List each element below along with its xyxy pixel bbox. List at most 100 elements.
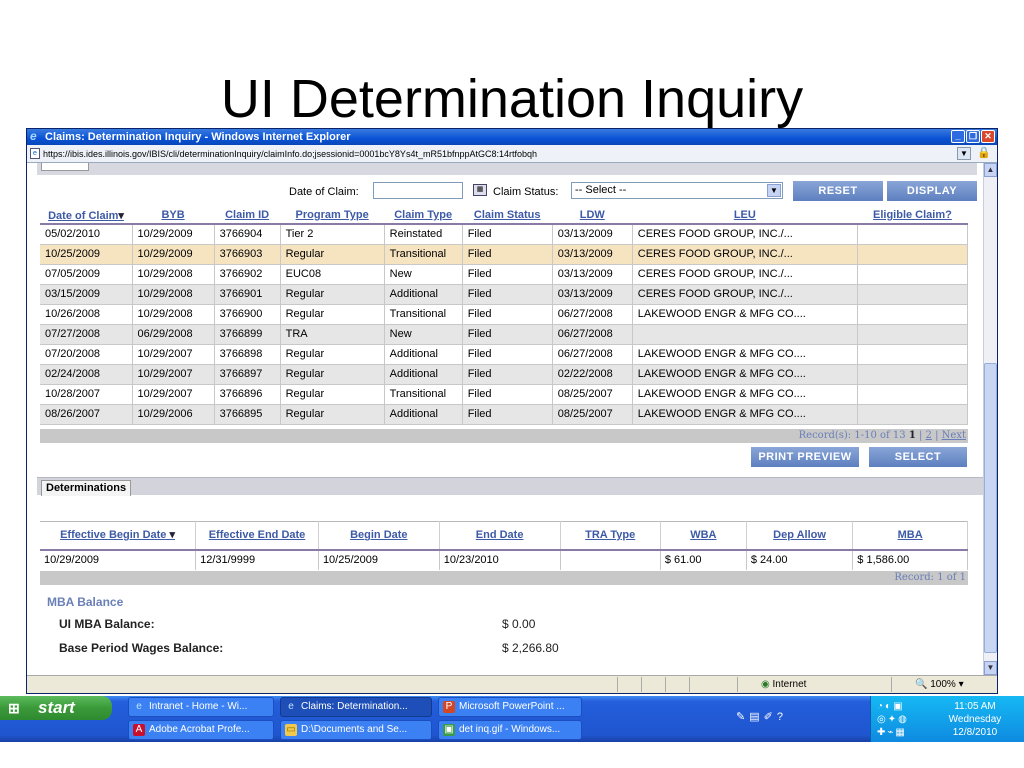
table-cell: 06/27/2008 <box>552 324 633 345</box>
next-page-link[interactable]: Next <box>942 430 966 441</box>
determinations-header-cell[interactable]: End Date <box>439 521 561 551</box>
determinations-header-cell[interactable]: Effective End Date <box>195 521 319 551</box>
address-url[interactable]: https://ibis.ides.illinois.gov/IBIS/cli/… <box>43 149 537 159</box>
address-bar[interactable]: e https://ibis.ides.illinois.gov/IBIS/cl… <box>27 145 997 163</box>
tab-determinations[interactable]: Determinations <box>41 480 132 496</box>
claims-header-cell[interactable]: LDW <box>552 207 633 225</box>
card-icon[interactable]: ▤ <box>749 711 763 723</box>
table-row[interactable]: 10/26/2008 10/29/2008 3766900 Regular Transi… <box>40 304 969 325</box>
address-dropdown-icon[interactable]: ▼ <box>957 147 971 160</box>
table-row[interactable]: 03/15/2009 10/29/2008 3766901 Regular Additi… <box>40 284 969 305</box>
table-cell: 12/31/9999 <box>195 549 319 570</box>
table-cell: CERES FOOD GROUP, INC./... <box>632 264 858 285</box>
task-label: D:\Documents and Se... <box>301 724 408 735</box>
table-cell <box>560 549 661 570</box>
window-titlebar[interactable]: e Claims: Determination Inquiry - Window… <box>27 129 997 145</box>
reset-button[interactable]: RESET <box>793 181 883 201</box>
calendar-icon[interactable]: ▦ <box>473 184 487 196</box>
table-cell <box>857 284 969 305</box>
claims-header-cell[interactable]: Claim Status <box>462 207 553 225</box>
date-of-claim-input[interactable] <box>373 182 463 199</box>
pencil-icon[interactable]: ✐ <box>764 711 777 723</box>
task-label: Claims: Determination... <box>301 701 408 712</box>
claims-header-cell[interactable]: Date of Claim▾ <box>40 207 133 225</box>
table-row[interactable]: 07/05/2009 10/29/2008 3766902 EUC08 New Filed… <box>40 264 969 285</box>
help-icon[interactable]: ? <box>777 711 787 723</box>
table-cell: TRA <box>280 324 385 345</box>
determinations-header-cell[interactable]: TRA Type <box>560 521 661 551</box>
table-row[interactable]: 02/24/2008 10/29/2007 3766897 Regular Additi… <box>40 364 969 385</box>
vertical-scrollbar[interactable]: ▲ ▼ <box>983 163 997 675</box>
table-cell: New <box>384 264 463 285</box>
table-cell: 3766895 <box>214 404 281 425</box>
date-of-claim-label: Date of Claim: <box>289 186 359 198</box>
clock-day: Wednesday <box>948 714 1002 725</box>
select-button[interactable]: SELECT <box>869 447 967 467</box>
page-2-link[interactable]: 2 <box>926 430 932 441</box>
table-row[interactable]: 10/25/2009 10/29/2009 3766903 Regular Transi… <box>40 244 969 265</box>
tray-icons[interactable]: ◔◐▣ ◎✦◍ ✚⌁▦ <box>877 700 923 739</box>
task-claims[interactable]: e Claims: Determination... <box>280 697 432 717</box>
clock[interactable]: 11:05 AM Wednesday 12/8/2010 <box>925 700 1024 739</box>
claims-header-cell[interactable]: Program Type <box>280 207 385 225</box>
claim-status-select[interactable]: -- Select -- ▼ <box>571 182 783 199</box>
restore-button[interactable]: ❐ <box>966 130 980 143</box>
determinations-header-cell[interactable]: Effective Begin Date ▾ <box>40 521 197 551</box>
table-cell: 10/28/2007 <box>40 384 133 405</box>
sort-desc-icon[interactable]: ▾ <box>166 529 175 541</box>
claims-header-cell[interactable]: Eligible Claim? <box>857 207 968 225</box>
start-label: start <box>38 698 75 717</box>
sort-desc-icon[interactable]: ▾ <box>118 210 124 222</box>
claims-header-cell[interactable]: LEU <box>632 207 858 225</box>
lock-icon[interactable]: 🔒 <box>977 147 991 160</box>
task-folder[interactable]: ▭ D:\Documents and Se... <box>280 720 432 740</box>
table-row[interactable]: 10/28/2007 10/29/2007 3766896 Regular Transi… <box>40 384 969 405</box>
determinations-records-bar: Record: 1 of 1 <box>40 571 968 585</box>
claim-status-label: Claim Status: <box>493 186 559 198</box>
table-cell: 03/13/2009 <box>552 284 633 305</box>
table-cell: 10/29/2006 <box>132 404 215 425</box>
claims-header-cell[interactable]: BYB <box>132 207 215 225</box>
claims-records-bar: Record(s): 1-10 of 13 1 | 2 | Next <box>40 429 968 443</box>
table-row[interactable]: 10/29/2009 12/31/9999 10/25/2009 10/23/2010… <box>40 549 968 570</box>
quick-launch-icons[interactable]: ✎▤✐? <box>736 710 787 723</box>
table-cell: Regular <box>280 244 385 265</box>
table-row[interactable]: 07/20/2008 10/29/2007 3766898 Regular Additi… <box>40 344 969 365</box>
close-button[interactable]: ✕ <box>981 130 995 143</box>
zoom-control[interactable]: 🔍 100% ▾ <box>915 678 964 692</box>
scroll-up-icon[interactable]: ▲ <box>984 163 997 177</box>
window-title: Claims: Determination Inquiry - Windows … <box>45 131 351 143</box>
task-intranet[interactable]: e Intranet - Home - Wi... <box>128 697 274 717</box>
determinations-header-cell[interactable]: WBA <box>660 521 747 551</box>
task-acrobat[interactable]: A Adobe Acrobat Profe... <box>128 720 274 740</box>
table-cell: Additional <box>384 404 463 425</box>
table-row[interactable]: 07/27/2008 06/29/2008 3766899 TRA New Filed 06… <box>40 324 969 345</box>
determinations-header-cell[interactable]: Begin Date <box>318 521 440 551</box>
page-1-link[interactable]: 1 <box>909 430 916 441</box>
table-row[interactable]: 08/26/2007 10/29/2006 3766895 Regular Additi… <box>40 404 969 425</box>
claims-header-cell[interactable]: Claim Type <box>384 207 463 225</box>
determinations-header-cell[interactable]: MBA <box>852 521 968 551</box>
minimize-button[interactable]: _ <box>951 130 965 143</box>
internet-zone[interactable]: ◉ Internet <box>761 678 806 692</box>
powerpoint-icon: P <box>443 701 455 713</box>
table-row[interactable]: 05/02/2010 10/29/2009 3766904 Tier 2 Reinsta… <box>40 224 969 245</box>
chevron-down-icon[interactable]: ▼ <box>767 184 781 197</box>
table-cell: 07/27/2008 <box>40 324 133 345</box>
determinations-table: Effective Begin Date ▾ Effective End Date… <box>40 521 968 570</box>
table-cell: LAKEWOOD ENGR & MFG CO.... <box>632 344 858 365</box>
determinations-header-cell[interactable]: Dep Allow <box>746 521 854 551</box>
print-preview-button[interactable]: PRINT PREVIEW <box>751 447 859 467</box>
display-button[interactable]: DISPLAY <box>887 181 977 201</box>
scroll-thumb[interactable] <box>984 363 997 653</box>
task-image-viewer[interactable]: ▣ det inq.gif - Windows... <box>438 720 582 740</box>
pen-icon[interactable]: ✎ <box>736 711 749 723</box>
table-cell: $ 1,586.00 <box>852 549 968 570</box>
task-powerpoint[interactable]: P Microsoft PowerPoint ... <box>438 697 582 717</box>
claims-header-cell[interactable]: Claim ID <box>214 207 281 225</box>
chevron-down-icon[interactable]: ▾ <box>959 679 964 690</box>
start-button[interactable]: ⊞ start <box>0 696 112 720</box>
browser-window: e Claims: Determination Inquiry - Window… <box>26 128 998 694</box>
table-cell: CERES FOOD GROUP, INC./... <box>632 244 858 265</box>
scroll-down-icon[interactable]: ▼ <box>984 661 997 675</box>
